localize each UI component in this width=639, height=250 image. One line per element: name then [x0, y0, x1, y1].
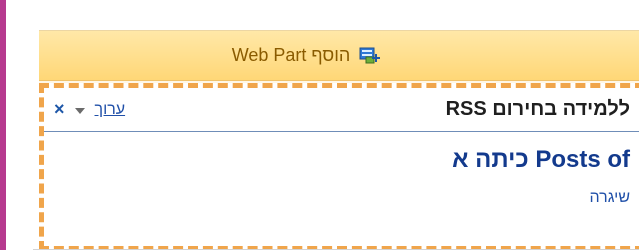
webpart-header: ללמידה בחירום RSS × ערוך — [44, 88, 639, 132]
webpart-header-controls: × ערוך — [54, 99, 125, 120]
feed-item-link[interactable]: שיגרה — [54, 189, 631, 207]
feed-heading: Posts of כיתה א — [452, 146, 630, 173]
content-area: הוסף Web Part ללמידה בחירום RSS × ערוך P… — [6, 0, 639, 250]
rss-webpart: ללמידה בחירום RSS × ערוך Posts of כיתה א… — [39, 83, 639, 250]
page: הוסף Web Part ללמידה בחירום RSS × ערוך P… — [0, 0, 639, 250]
add-webpart-bar: הוסף Web Part — [39, 31, 639, 81]
edit-link[interactable]: ערוך — [95, 101, 126, 119]
webpart-body: Posts of כיתה א שיגרה — [44, 132, 639, 246]
dropdown-arrow-icon[interactable] — [74, 107, 85, 114]
close-icon[interactable]: × — [54, 99, 65, 120]
webpart-title: ללמידה בחירום RSS — [445, 98, 630, 120]
add-webpart-button[interactable]: הוסף Web Part — [232, 45, 383, 66]
webpart-zone: הוסף Web Part ללמידה בחירום RSS × ערוך P… — [39, 30, 639, 250]
add-webpart-icon — [358, 46, 382, 66]
add-webpart-label: הוסף Web Part — [231, 45, 351, 65]
